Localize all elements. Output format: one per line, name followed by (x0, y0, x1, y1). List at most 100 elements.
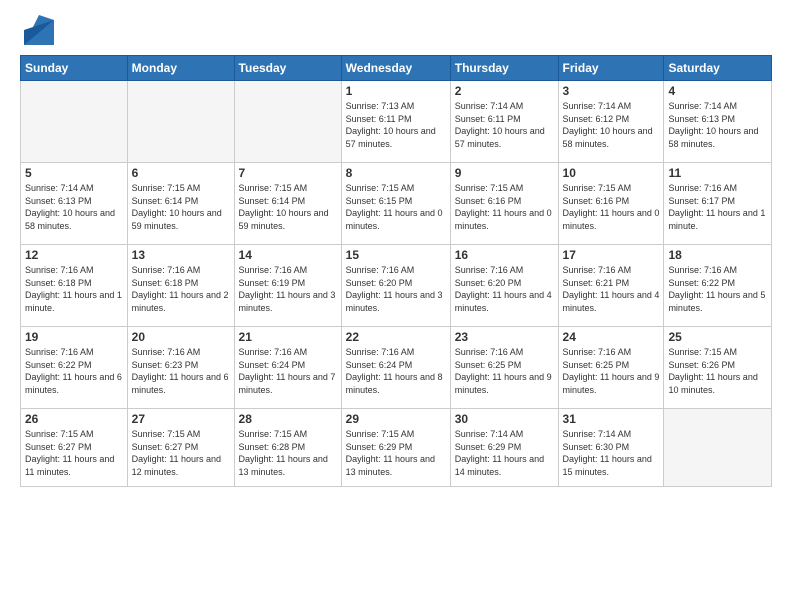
day-number: 7 (239, 166, 337, 180)
calendar-cell (234, 81, 341, 163)
day-number: 28 (239, 412, 337, 426)
calendar-cell: 10Sunrise: 7:15 AM Sunset: 6:16 PM Dayli… (558, 163, 664, 245)
calendar-cell (21, 81, 128, 163)
day-number: 25 (668, 330, 767, 344)
day-number: 16 (455, 248, 554, 262)
calendar-table: SundayMondayTuesdayWednesdayThursdayFrid… (20, 55, 772, 487)
day-info: Sunrise: 7:16 AM Sunset: 6:18 PM Dayligh… (132, 264, 230, 314)
logo (20, 15, 54, 45)
calendar-day-header: Tuesday (234, 56, 341, 81)
day-number: 4 (668, 84, 767, 98)
calendar-cell: 8 Sunrise: 7:15 AM Sunset: 6:15 PM Daylig… (341, 163, 450, 245)
calendar-cell: 2Sunrise: 7:14 AM Sunset: 6:11 PM Daylig… (450, 81, 558, 163)
calendar-cell: 12 Sunrise: 7:16 AM Sunset: 6:18 PM Dayli… (21, 245, 128, 327)
day-number: 26 (25, 412, 123, 426)
day-info: Sunrise: 7:15 AM Sunset: 6:14 PM Dayligh… (132, 182, 230, 232)
day-info: Sunrise: 7:16 AM Sunset: 6:18 PM Dayligh… (25, 264, 123, 314)
calendar-week-row: 1Sunrise: 7:13 AM Sunset: 6:11 PM Daylig… (21, 81, 772, 163)
calendar-cell: 28 Sunrise: 7:15 AM Sunset: 6:28 PM Dayli… (234, 409, 341, 487)
calendar-cell: 11 Sunrise: 7:16 AM Sunset: 6:17 PM Dayli… (664, 163, 772, 245)
calendar-day-header: Friday (558, 56, 664, 81)
calendar-cell: 20 Sunrise: 7:16 AM Sunset: 6:23 PM Dayli… (127, 327, 234, 409)
calendar-cell: 26 Sunrise: 7:15 AM Sunset: 6:27 PM Dayli… (21, 409, 128, 487)
day-info: Sunrise: 7:15 AM Sunset: 6:15 PM Dayligh… (346, 182, 446, 232)
day-info: Sunrise: 7:16 AM Sunset: 6:23 PM Dayligh… (132, 346, 230, 396)
day-info: Sunrise: 7:15 AM Sunset: 6:16 PM Dayligh… (563, 182, 660, 232)
calendar-cell: 31Sunrise: 7:14 AM Sunset: 6:30 PM Dayli… (558, 409, 664, 487)
day-number: 5 (25, 166, 123, 180)
day-info: Sunrise: 7:15 AM Sunset: 6:14 PM Dayligh… (239, 182, 337, 232)
day-info: Sunrise: 7:15 AM Sunset: 6:16 PM Dayligh… (455, 182, 554, 232)
calendar-cell: 6 Sunrise: 7:15 AM Sunset: 6:14 PM Daylig… (127, 163, 234, 245)
calendar-cell: 23 Sunrise: 7:16 AM Sunset: 6:25 PM Dayli… (450, 327, 558, 409)
day-number: 20 (132, 330, 230, 344)
calendar-header-row: SundayMondayTuesdayWednesdayThursdayFrid… (21, 56, 772, 81)
day-number: 19 (25, 330, 123, 344)
day-info: Sunrise: 7:15 AM Sunset: 6:29 PM Dayligh… (346, 428, 446, 478)
calendar-cell: 17 Sunrise: 7:16 AM Sunset: 6:21 PM Dayli… (558, 245, 664, 327)
calendar-cell: 15 Sunrise: 7:16 AM Sunset: 6:20 PM Dayli… (341, 245, 450, 327)
calendar-cell: 5 Sunrise: 7:14 AM Sunset: 6:13 PM Daylig… (21, 163, 128, 245)
calendar-cell: 19 Sunrise: 7:16 AM Sunset: 6:22 PM Dayli… (21, 327, 128, 409)
calendar-cell (664, 409, 772, 487)
calendar-cell: 13Sunrise: 7:16 AM Sunset: 6:18 PM Dayli… (127, 245, 234, 327)
day-number: 24 (563, 330, 660, 344)
calendar-day-header: Sunday (21, 56, 128, 81)
calendar-week-row: 26 Sunrise: 7:15 AM Sunset: 6:27 PM Dayli… (21, 409, 772, 487)
calendar-cell: 1Sunrise: 7:13 AM Sunset: 6:11 PM Daylig… (341, 81, 450, 163)
day-info: Sunrise: 7:14 AM Sunset: 6:13 PM Dayligh… (25, 182, 123, 232)
day-info: Sunrise: 7:16 AM Sunset: 6:22 PM Dayligh… (668, 264, 767, 314)
calendar-cell: 21 Sunrise: 7:16 AM Sunset: 6:24 PM Dayli… (234, 327, 341, 409)
calendar-cell: 30 Sunrise: 7:14 AM Sunset: 6:29 PM Dayli… (450, 409, 558, 487)
day-info: Sunrise: 7:16 AM Sunset: 6:24 PM Dayligh… (239, 346, 337, 396)
day-number: 27 (132, 412, 230, 426)
day-number: 11 (668, 166, 767, 180)
day-info: Sunrise: 7:16 AM Sunset: 6:25 PM Dayligh… (455, 346, 554, 396)
calendar-day-header: Thursday (450, 56, 558, 81)
day-info: Sunrise: 7:15 AM Sunset: 6:27 PM Dayligh… (132, 428, 230, 478)
day-number: 31 (563, 412, 660, 426)
calendar-week-row: 5 Sunrise: 7:14 AM Sunset: 6:13 PM Daylig… (21, 163, 772, 245)
day-info: Sunrise: 7:16 AM Sunset: 6:22 PM Dayligh… (25, 346, 123, 396)
calendar-cell: 14 Sunrise: 7:16 AM Sunset: 6:19 PM Dayli… (234, 245, 341, 327)
day-number: 18 (668, 248, 767, 262)
day-number: 23 (455, 330, 554, 344)
day-number: 9 (455, 166, 554, 180)
day-info: Sunrise: 7:15 AM Sunset: 6:28 PM Dayligh… (239, 428, 337, 478)
calendar-cell: 24Sunrise: 7:16 AM Sunset: 6:25 PM Dayli… (558, 327, 664, 409)
day-info: Sunrise: 7:14 AM Sunset: 6:29 PM Dayligh… (455, 428, 554, 478)
day-info: Sunrise: 7:14 AM Sunset: 6:12 PM Dayligh… (563, 100, 660, 150)
calendar-day-header: Wednesday (341, 56, 450, 81)
day-number: 1 (346, 84, 446, 98)
day-info: Sunrise: 7:16 AM Sunset: 6:20 PM Dayligh… (346, 264, 446, 314)
day-info: Sunrise: 7:16 AM Sunset: 6:17 PM Dayligh… (668, 182, 767, 232)
day-info: Sunrise: 7:14 AM Sunset: 6:13 PM Dayligh… (668, 100, 767, 150)
day-number: 30 (455, 412, 554, 426)
day-info: Sunrise: 7:15 AM Sunset: 6:26 PM Dayligh… (668, 346, 767, 396)
day-number: 14 (239, 248, 337, 262)
calendar-cell: 9 Sunrise: 7:15 AM Sunset: 6:16 PM Daylig… (450, 163, 558, 245)
calendar-day-header: Monday (127, 56, 234, 81)
calendar-cell: 27 Sunrise: 7:15 AM Sunset: 6:27 PM Dayli… (127, 409, 234, 487)
day-number: 15 (346, 248, 446, 262)
day-info: Sunrise: 7:15 AM Sunset: 6:27 PM Dayligh… (25, 428, 123, 478)
calendar-cell: 4 Sunrise: 7:14 AM Sunset: 6:13 PM Daylig… (664, 81, 772, 163)
day-number: 12 (25, 248, 123, 262)
calendar-week-row: 12 Sunrise: 7:16 AM Sunset: 6:18 PM Dayli… (21, 245, 772, 327)
calendar-cell: 22 Sunrise: 7:16 AM Sunset: 6:24 PM Dayli… (341, 327, 450, 409)
day-number: 22 (346, 330, 446, 344)
day-info: Sunrise: 7:16 AM Sunset: 6:19 PM Dayligh… (239, 264, 337, 314)
day-number: 3 (563, 84, 660, 98)
day-info: Sunrise: 7:16 AM Sunset: 6:21 PM Dayligh… (563, 264, 660, 314)
calendar-cell (127, 81, 234, 163)
day-number: 6 (132, 166, 230, 180)
day-number: 21 (239, 330, 337, 344)
day-number: 8 (346, 166, 446, 180)
calendar-cell: 16Sunrise: 7:16 AM Sunset: 6:20 PM Dayli… (450, 245, 558, 327)
logo-icon (24, 15, 54, 45)
day-info: Sunrise: 7:14 AM Sunset: 6:11 PM Dayligh… (455, 100, 554, 150)
day-number: 17 (563, 248, 660, 262)
calendar-day-header: Saturday (664, 56, 772, 81)
day-info: Sunrise: 7:16 AM Sunset: 6:24 PM Dayligh… (346, 346, 446, 396)
calendar-cell: 25 Sunrise: 7:15 AM Sunset: 6:26 PM Dayli… (664, 327, 772, 409)
